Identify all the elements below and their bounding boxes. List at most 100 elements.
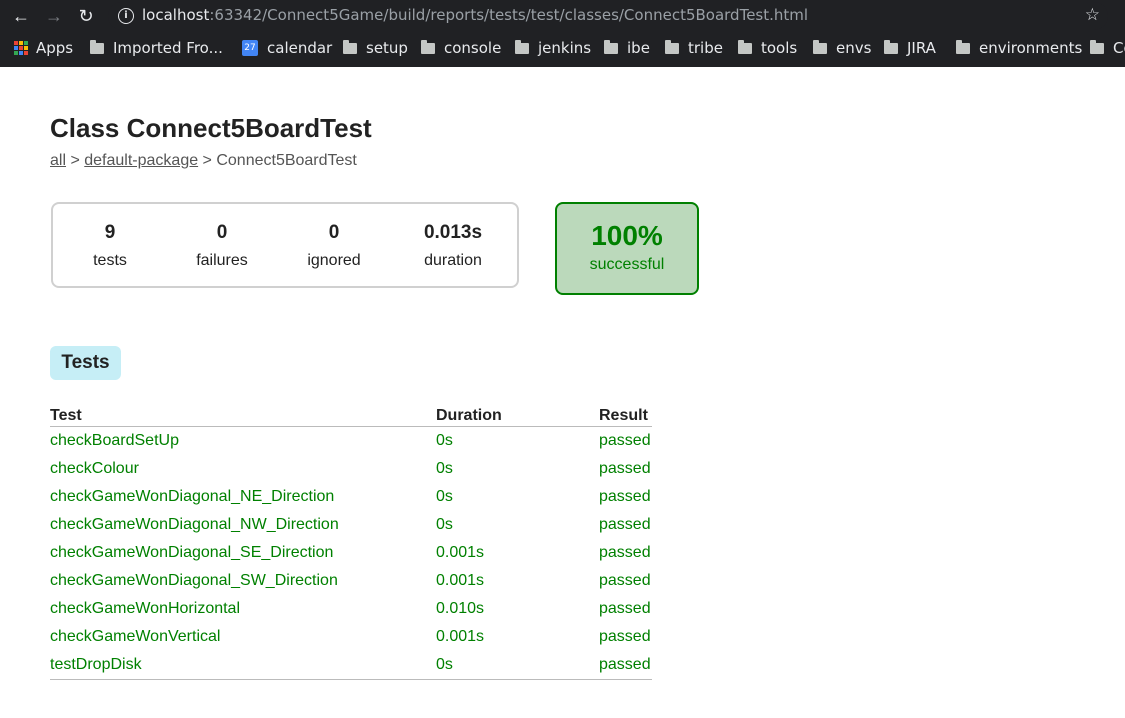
test-duration: 0.001s [436, 544, 485, 561]
bookmark-item[interactable]: Co [1090, 37, 1125, 59]
table-row: checkGameWonDiagonal_SW_Direction 0.001s p… [50, 567, 652, 595]
tests-table: Test Duration Result checkBoardSetUp 0s pa… [50, 405, 652, 680]
folder-icon [665, 39, 679, 54]
bookmark-label: Apps [36, 39, 74, 57]
reload-icon[interactable]: ↻ [74, 4, 98, 28]
bookmark-item[interactable]: jenkins [515, 37, 591, 59]
table-row: testDropDisk 0s passed [50, 651, 652, 680]
test-name: checkGameWonDiagonal_SW_Direction [50, 572, 338, 589]
tab-tests[interactable]: Tests [50, 346, 121, 380]
calendar-icon: 27 [242, 40, 258, 56]
failures-label: failures [196, 252, 248, 269]
table-row: checkGameWonHorizontal 0.010s passed [50, 595, 652, 623]
folder-icon [421, 39, 435, 54]
bookmark-label: Co [1113, 39, 1125, 57]
bookmark-label: envs [836, 39, 872, 57]
duration-value: 0.013s [423, 222, 483, 243]
test-name: checkGameWonDiagonal_NE_Direction [50, 488, 335, 505]
test-name: checkGameWonHorizontal [50, 600, 241, 617]
test-result: passed [599, 600, 651, 617]
bookmark-label: ibe [627, 39, 650, 57]
bookmark-label: environments [979, 39, 1083, 57]
test-result: passed [599, 651, 652, 680]
bookmark-star-icon[interactable]: ☆ [1085, 5, 1100, 25]
ignored-label: ignored [307, 252, 361, 269]
forward-arrow-icon[interactable]: → [42, 4, 66, 28]
bookmark-item[interactable]: 27 calendar [242, 37, 332, 59]
bookmark-label: tribe [688, 39, 723, 57]
test-name: testDropDisk [50, 651, 436, 680]
browser-toolbar: ← → ↻ i localhost:63342/Connect5Game/bui… [0, 0, 1125, 32]
breadcrumb-current: Connect5BoardTest [216, 152, 357, 169]
test-duration: 0.001s [436, 572, 485, 589]
url-path: :63342/Connect5Game/build/reports/tests/… [209, 6, 809, 24]
table-header-row: Test Duration Result [50, 405, 652, 427]
bookmark-label: jenkins [538, 39, 592, 57]
table-row: checkBoardSetUp 0s passed [50, 427, 652, 456]
bookmark-item[interactable]: setup [343, 37, 408, 59]
test-duration: 0.010s [436, 600, 485, 617]
browser-chrome: ← → ↻ i localhost:63342/Connect5Game/bui… [0, 0, 1125, 67]
back-arrow-icon[interactable]: ← [9, 4, 33, 28]
counter-duration: 0.013s duration [403, 222, 503, 270]
bookmark-item[interactable]: JIRA [884, 37, 936, 59]
bookmark-label: calendar [267, 39, 333, 57]
breadcrumb: all > default-package > Connect5BoardTes… [50, 152, 357, 170]
test-duration: 0.001s [436, 628, 485, 645]
test-result: passed [599, 516, 651, 533]
table-row: checkGameWonDiagonal_NW_Direction 0s passe… [50, 511, 652, 539]
test-name: checkGameWonVertical [50, 628, 221, 645]
test-duration: 0s [436, 432, 453, 449]
breadcrumb-separator: > [198, 152, 217, 169]
apps-grid-icon [14, 41, 28, 55]
tests-count: 9 [104, 222, 116, 243]
bookmark-item[interactable]: envs [813, 37, 871, 59]
bookmark-label: JIRA [907, 39, 936, 57]
table-row: checkColour 0s passed [50, 455, 652, 483]
test-name: checkGameWonDiagonal_NW_Direction [50, 516, 339, 533]
test-result: passed [599, 628, 651, 645]
folder-icon [515, 39, 529, 54]
test-duration: 0s [436, 460, 453, 477]
test-result: passed [599, 432, 651, 449]
url-host: localhost [142, 6, 210, 24]
table-row: checkGameWonVertical 0.001s passed [50, 623, 652, 651]
breadcrumb-link-all[interactable]: all [50, 152, 66, 169]
column-header-test: Test [50, 405, 436, 427]
test-name: checkColour [50, 460, 139, 477]
folder-icon [1090, 39, 1104, 54]
counter-ignored: 0 ignored [284, 222, 384, 270]
folder-icon [884, 39, 898, 54]
bookmark-item[interactable]: ibe [604, 37, 650, 59]
folder-icon [956, 39, 970, 54]
folder-icon [738, 39, 752, 54]
folder-icon [90, 39, 104, 54]
bookmark-item[interactable]: tribe [665, 37, 723, 59]
bookmark-item[interactable]: Imported Fro... [90, 37, 223, 59]
success-rate: 100% [591, 220, 663, 251]
test-result: passed [599, 572, 651, 589]
test-duration: 0s [436, 651, 599, 680]
failures-count: 0 [216, 222, 228, 243]
bookmark-label: setup [366, 39, 408, 57]
bookmark-label: tools [761, 39, 798, 57]
bookmark-item[interactable]: tools [738, 37, 797, 59]
folder-icon [813, 39, 827, 54]
bookmark-label: console [444, 39, 502, 57]
test-name: checkGameWonDiagonal_SE_Direction [50, 544, 334, 561]
duration-label: duration [424, 252, 482, 269]
bookmark-item[interactable]: console [421, 37, 501, 59]
bookmark-label: Imported Fro... [113, 39, 223, 57]
breadcrumb-link-package[interactable]: default-package [84, 152, 198, 169]
test-duration: 0s [436, 488, 453, 505]
success-label: successful [589, 256, 665, 273]
success-rate-box: 100% successful [555, 202, 699, 295]
page-title: Class Connect5BoardTest [50, 113, 372, 143]
test-result: passed [599, 488, 651, 505]
bookmark-item[interactable]: environments [956, 37, 1082, 59]
bookmark-item[interactable]: Apps [14, 37, 73, 59]
info-icon[interactable]: i [118, 8, 134, 24]
column-header-result: Result [599, 405, 652, 427]
url-text[interactable]: localhost:63342/Connect5Game/build/repor… [142, 6, 808, 24]
address-bar[interactable]: i localhost:63342/Connect5Game/build/rep… [108, 2, 1108, 30]
